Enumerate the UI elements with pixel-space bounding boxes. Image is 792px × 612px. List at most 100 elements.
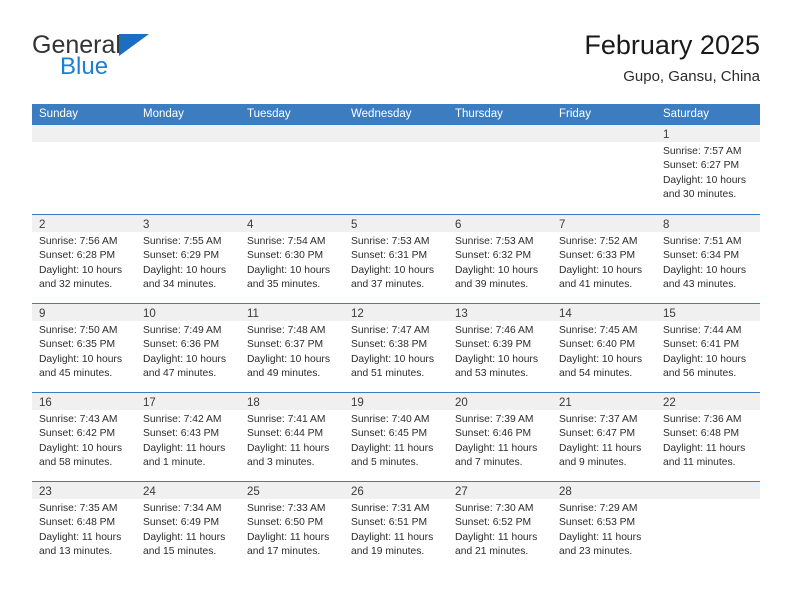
day-number-band xyxy=(344,125,448,142)
day-details: Sunrise: 7:41 AM Sunset: 6:44 PM Daylight:… xyxy=(240,410,344,471)
weekday-header-friday: Friday xyxy=(559,108,591,120)
calendar-day-cell[interactable]: 10 Sunrise: 7:49 AM Sunset: 6:36 PM Dayligh… xyxy=(136,304,240,392)
day-number-band: 9 xyxy=(32,304,136,321)
calendar-day-cell[interactable]: 8 Sunrise: 7:51 AM Sunset: 6:34 PM Daylight… xyxy=(656,215,760,303)
day-number: 5 xyxy=(351,219,358,231)
sunset-text: Sunset: 6:38 PM xyxy=(351,339,428,351)
day-number-band xyxy=(240,125,344,142)
sunset-text: Sunset: 6:47 PM xyxy=(559,428,636,440)
sunset-text: Sunset: 6:37 PM xyxy=(247,339,324,351)
calendar-day-cell-empty xyxy=(344,125,448,214)
calendar-day-cell[interactable]: 19 Sunrise: 7:40 AM Sunset: 6:45 PM Dayligh… xyxy=(344,393,448,481)
sunrise-text: Sunrise: 7:30 AM xyxy=(455,503,534,514)
day-details: Sunrise: 7:37 AM Sunset: 6:47 PM Daylight:… xyxy=(552,410,656,471)
sunset-text: Sunset: 6:27 PM xyxy=(663,160,740,172)
calendar-day-cell[interactable]: 6 Sunrise: 7:53 AM Sunset: 6:32 PM Daylight… xyxy=(448,215,552,303)
sunrise-text: Sunrise: 7:47 AM xyxy=(351,325,430,336)
calendar-day-cell[interactable]: 13 Sunrise: 7:46 AM Sunset: 6:39 PM Dayligh… xyxy=(448,304,552,392)
sunset-text: Sunset: 6:40 PM xyxy=(559,339,636,351)
calendar-day-cell-empty xyxy=(552,125,656,214)
calendar-day-cell[interactable]: 3 Sunrise: 7:55 AM Sunset: 6:29 PM Daylight… xyxy=(136,215,240,303)
day-number: 8 xyxy=(663,219,670,231)
day-details: Sunrise: 7:44 AM Sunset: 6:41 PM Daylight:… xyxy=(656,321,760,382)
calendar-day-cell[interactable]: 14 Sunrise: 7:45 AM Sunset: 6:40 PM Dayligh… xyxy=(552,304,656,392)
calendar-day-cell[interactable]: 27 Sunrise: 7:30 AM Sunset: 6:52 PM Dayligh… xyxy=(448,482,552,570)
daylight-text: Daylight: 10 hours and 47 minutes. xyxy=(143,353,226,380)
day-details: Sunrise: 7:39 AM Sunset: 6:46 PM Daylight:… xyxy=(448,410,552,471)
calendar-page: General Blue February 2025 Gupo, Gansu, … xyxy=(0,0,792,612)
sunset-text: Sunset: 6:52 PM xyxy=(455,517,532,529)
day-details: Sunrise: 7:51 AM Sunset: 6:34 PM Daylight:… xyxy=(656,232,760,293)
calendar-day-cell[interactable]: 2 Sunrise: 7:56 AM Sunset: 6:28 PM Daylight… xyxy=(32,215,136,303)
calendar-day-cell[interactable]: 7 Sunrise: 7:52 AM Sunset: 6:33 PM Daylight… xyxy=(552,215,656,303)
day-details: Sunrise: 7:48 AM Sunset: 6:37 PM Daylight:… xyxy=(240,321,344,382)
sunrise-text: Sunrise: 7:42 AM xyxy=(143,414,222,425)
weekday-header-thursday: Thursday xyxy=(455,108,503,120)
page-title: February 2025 xyxy=(584,30,760,60)
day-details: Sunrise: 7:56 AM Sunset: 6:28 PM Daylight:… xyxy=(32,232,136,293)
calendar-day-cell[interactable]: 18 Sunrise: 7:41 AM Sunset: 6:44 PM Dayligh… xyxy=(240,393,344,481)
daylight-text: Daylight: 10 hours and 34 minutes. xyxy=(143,264,226,291)
day-number-band xyxy=(448,125,552,142)
sunset-text: Sunset: 6:46 PM xyxy=(455,428,532,440)
sunrise-text: Sunrise: 7:43 AM xyxy=(39,414,118,425)
weekday-header-sunday: Sunday xyxy=(39,108,79,120)
calendar-day-cell[interactable]: 9 Sunrise: 7:50 AM Sunset: 6:35 PM Daylight… xyxy=(32,304,136,392)
sunset-text: Sunset: 6:28 PM xyxy=(39,250,116,262)
weekday-header-tuesday: Tuesday xyxy=(247,108,291,120)
calendar-day-cell[interactable]: 17 Sunrise: 7:42 AM Sunset: 6:43 PM Dayligh… xyxy=(136,393,240,481)
calendar-day-cell[interactable]: 21 Sunrise: 7:37 AM Sunset: 6:47 PM Dayligh… xyxy=(552,393,656,481)
sunset-text: Sunset: 6:53 PM xyxy=(559,517,636,529)
calendar-day-cell[interactable]: 26 Sunrise: 7:31 AM Sunset: 6:51 PM Dayligh… xyxy=(344,482,448,570)
sunset-text: Sunset: 6:50 PM xyxy=(247,517,324,529)
calendar-day-cell[interactable]: 15 Sunrise: 7:44 AM Sunset: 6:41 PM Dayligh… xyxy=(656,304,760,392)
day-number-band: 24 xyxy=(136,482,240,499)
sunset-text: Sunset: 6:39 PM xyxy=(455,339,532,351)
calendar-day-cell[interactable]: 20 Sunrise: 7:39 AM Sunset: 6:46 PM Dayligh… xyxy=(448,393,552,481)
calendar-day-cell[interactable]: 22 Sunrise: 7:36 AM Sunset: 6:48 PM Dayligh… xyxy=(656,393,760,481)
calendar-day-cell[interactable]: 16 Sunrise: 7:43 AM Sunset: 6:42 PM Dayligh… xyxy=(32,393,136,481)
day-details: Sunrise: 7:55 AM Sunset: 6:29 PM Daylight:… xyxy=(136,232,240,293)
daylight-text: Daylight: 11 hours and 1 minute. xyxy=(143,442,226,469)
calendar-week-row: 9 Sunrise: 7:50 AM Sunset: 6:35 PM Daylight… xyxy=(32,303,760,392)
sunrise-text: Sunrise: 7:44 AM xyxy=(663,325,742,336)
calendar-day-cell[interactable]: 4 Sunrise: 7:54 AM Sunset: 6:30 PM Daylight… xyxy=(240,215,344,303)
day-details: Sunrise: 7:57 AM Sunset: 6:27 PM Daylight:… xyxy=(656,142,760,203)
day-number-band xyxy=(32,125,136,142)
sunset-text: Sunset: 6:30 PM xyxy=(247,250,324,262)
day-number: 2 xyxy=(39,219,46,231)
calendar-week-row: 16 Sunrise: 7:43 AM Sunset: 6:42 PM Dayligh… xyxy=(32,392,760,481)
sunrise-text: Sunrise: 7:31 AM xyxy=(351,503,430,514)
calendar-day-cell[interactable]: 5 Sunrise: 7:53 AM Sunset: 6:31 PM Daylight… xyxy=(344,215,448,303)
calendar-day-cell[interactable]: 11 Sunrise: 7:48 AM Sunset: 6:37 PM Dayligh… xyxy=(240,304,344,392)
daylight-text: Daylight: 11 hours and 5 minutes. xyxy=(351,442,434,469)
daylight-text: Daylight: 10 hours and 35 minutes. xyxy=(247,264,330,291)
calendar-day-cell[interactable]: 25 Sunrise: 7:33 AM Sunset: 6:50 PM Dayligh… xyxy=(240,482,344,570)
day-number: 16 xyxy=(39,397,52,409)
sunset-text: Sunset: 6:32 PM xyxy=(455,250,532,262)
sunset-text: Sunset: 6:29 PM xyxy=(143,250,220,262)
day-number: 4 xyxy=(247,219,254,231)
day-number-band: 3 xyxy=(136,215,240,232)
day-details xyxy=(240,142,344,145)
daylight-text: Daylight: 11 hours and 9 minutes. xyxy=(559,442,642,469)
sunrise-text: Sunrise: 7:36 AM xyxy=(663,414,742,425)
day-details: Sunrise: 7:36 AM Sunset: 6:48 PM Daylight:… xyxy=(656,410,760,471)
sunset-text: Sunset: 6:34 PM xyxy=(663,250,740,262)
calendar-day-cell[interactable]: 28 Sunrise: 7:29 AM Sunset: 6:53 PM Dayligh… xyxy=(552,482,656,570)
day-details: Sunrise: 7:34 AM Sunset: 6:49 PM Daylight:… xyxy=(136,499,240,560)
day-number-band: 23 xyxy=(32,482,136,499)
calendar-day-cell[interactable]: 24 Sunrise: 7:34 AM Sunset: 6:49 PM Dayligh… xyxy=(136,482,240,570)
calendar-day-cell-empty xyxy=(448,125,552,214)
day-details: Sunrise: 7:46 AM Sunset: 6:39 PM Daylight:… xyxy=(448,321,552,382)
day-number-band: 5 xyxy=(344,215,448,232)
day-number-band: 6 xyxy=(448,215,552,232)
calendar-day-cell[interactable]: 12 Sunrise: 7:47 AM Sunset: 6:38 PM Dayligh… xyxy=(344,304,448,392)
day-number-band: 25 xyxy=(240,482,344,499)
calendar-day-cell[interactable]: 23 Sunrise: 7:35 AM Sunset: 6:48 PM Dayligh… xyxy=(32,482,136,570)
day-number: 9 xyxy=(39,308,46,320)
calendar-day-cell[interactable]: 1 Sunrise: 7:57 AM Sunset: 6:27 PM Daylight… xyxy=(656,125,760,214)
sunrise-text: Sunrise: 7:46 AM xyxy=(455,325,534,336)
sunset-text: Sunset: 6:51 PM xyxy=(351,517,428,529)
daylight-text: Daylight: 11 hours and 17 minutes. xyxy=(247,531,330,558)
